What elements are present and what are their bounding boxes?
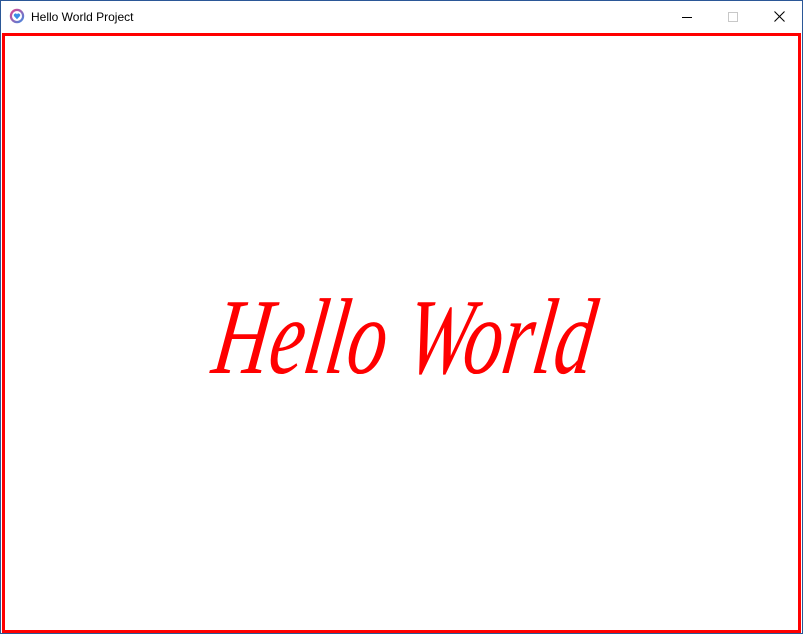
title-bar[interactable]: Hello World Project (1, 1, 802, 32)
content-area: Hello World (2, 33, 801, 633)
close-button[interactable] (756, 1, 802, 32)
hello-world-canvas: Hello World (205, 277, 604, 396)
minimize-button[interactable] (664, 1, 710, 32)
maximize-icon (728, 11, 738, 22)
heart-app-icon (9, 8, 25, 24)
window-title: Hello World Project (31, 10, 134, 24)
app-window: Hello World Project Hello World (0, 0, 803, 634)
minimize-icon (682, 12, 692, 22)
close-icon (773, 11, 785, 22)
hello-world-text: Hello World (205, 277, 604, 396)
maximize-button[interactable] (710, 1, 756, 32)
